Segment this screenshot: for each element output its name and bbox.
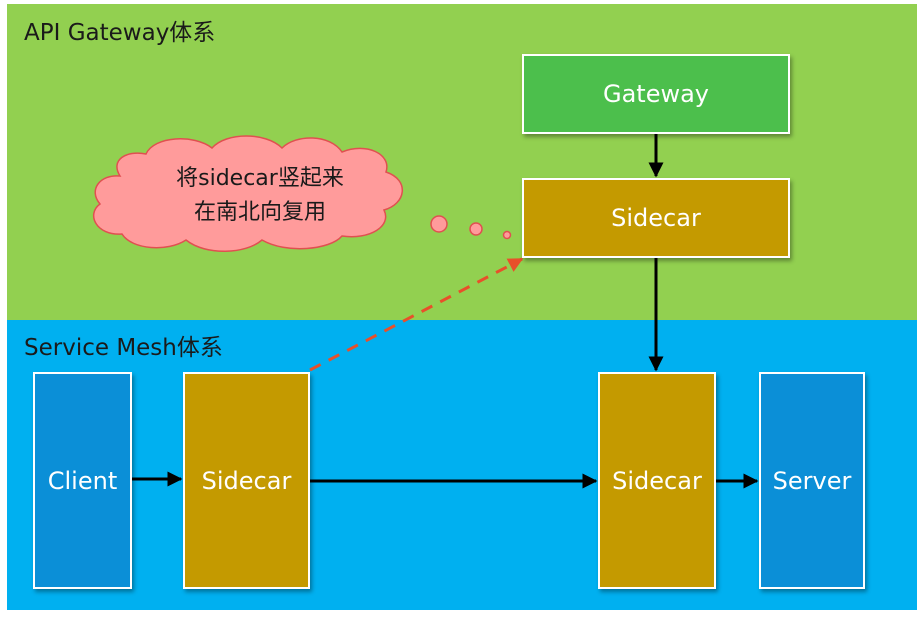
- diagram-canvas: API Gateway体系 Service Mesh体系 将sidecar竖起来: [0, 0, 924, 617]
- annotation-line-1: 将sidecar竖起来: [176, 166, 344, 191]
- server-sidecar-node-label: Sidecar: [612, 466, 702, 495]
- annotation-line-2: 在南北向复用: [193, 200, 326, 225]
- gateway-node[interactable]: Gateway: [522, 54, 790, 134]
- server-node[interactable]: Server: [759, 372, 865, 589]
- gateway-sidecar-node[interactable]: Sidecar: [522, 178, 790, 258]
- client-sidecar-node-label: Sidecar: [201, 466, 292, 495]
- client-node[interactable]: Client: [33, 372, 132, 589]
- gateway-node-label: Gateway: [602, 80, 710, 108]
- service-mesh-region-title: Service Mesh体系: [24, 335, 223, 361]
- gateway-sidecar-node-label: Sidecar: [611, 204, 701, 232]
- server-sidecar-node[interactable]: Sidecar: [598, 372, 716, 589]
- client-sidecar-node[interactable]: Sidecar: [183, 372, 310, 589]
- server-node-label: Server: [772, 466, 852, 495]
- client-node-label: Client: [47, 466, 118, 495]
- api-gateway-region-title: API Gateway体系: [24, 20, 216, 46]
